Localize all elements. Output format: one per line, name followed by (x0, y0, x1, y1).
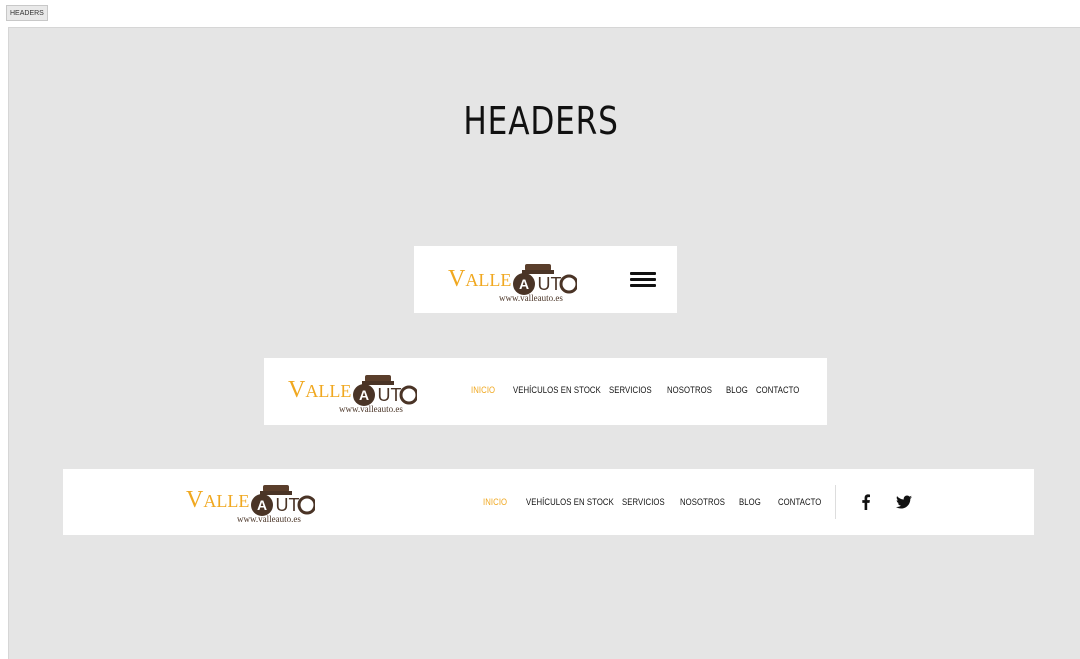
twitter-icon[interactable] (896, 494, 912, 510)
facebook-icon[interactable] (858, 494, 874, 510)
logo-wordmark: VALLE (448, 266, 511, 293)
logo-auto-emblem: A U T (353, 375, 417, 406)
logo-wordmark: VALLE (186, 487, 249, 514)
nav-item-servicios[interactable]: SERVICIOS (622, 497, 672, 507)
header-desktop: VALLE A U T www.valleauto.es INICIO VEHÍ… (63, 469, 1034, 535)
main-nav: INICIO VEHÍCULOS EN STOCK SERVICIOS NOSO… (471, 385, 806, 395)
hamburger-menu-icon[interactable] (630, 272, 656, 288)
page-title: HEADERS (463, 99, 619, 143)
svg-text:A: A (257, 497, 267, 513)
nav-item-nosotros[interactable]: NOSOTROS (680, 497, 731, 507)
logo-wordmark: VALLE (288, 377, 351, 404)
logo-auto-emblem: A U T (513, 264, 577, 295)
headers-tab[interactable]: HEADERS (6, 5, 48, 21)
nav-item-servicios[interactable]: SERVICIOS (609, 385, 659, 395)
logo-letter-v: V (186, 487, 204, 513)
svg-text:U: U (378, 385, 391, 405)
logo-letters-alle: ALLE (305, 381, 352, 401)
logo-url: www.valleauto.es (339, 404, 403, 414)
nav-item-blog[interactable]: BLOG (726, 385, 752, 395)
main-nav: INICIO VEHÍCULOS EN STOCK SERVICIOS NOSO… (483, 497, 828, 507)
valle-auto-logo[interactable]: VALLE A U T www.valleauto.es (288, 373, 418, 417)
nav-item-nosotros[interactable]: NOSOTROS (667, 385, 718, 395)
valle-auto-logo[interactable]: VALLE A U T www.valleauto.es (448, 262, 578, 306)
nav-item-contacto[interactable]: CONTACTO (756, 385, 799, 395)
valle-auto-logo[interactable]: VALLE A U T www.valleauto.es (186, 483, 316, 527)
logo-auto-emblem: A U T (251, 485, 315, 516)
svg-text:U: U (538, 274, 551, 294)
nav-item-contacto[interactable]: CONTACTO (778, 497, 821, 507)
nav-item-vehiculos[interactable]: VEHÍCULOS EN STOCK (526, 497, 614, 507)
header-mobile: VALLE A U T www.valleauto.es (414, 246, 677, 313)
logo-letters-alle: ALLE (203, 491, 250, 511)
nav-item-inicio[interactable]: INICIO (483, 497, 520, 507)
svg-text:A: A (359, 387, 369, 403)
header-tablet: VALLE A U T www.valleauto.es INICIO VEHÍ… (264, 358, 827, 425)
logo-url: www.valleauto.es (499, 293, 563, 303)
logo-url: www.valleauto.es (237, 514, 301, 524)
logo-letter-v: V (448, 266, 466, 292)
nav-divider (835, 485, 836, 519)
logo-letter-v: V (288, 377, 306, 403)
nav-item-vehiculos[interactable]: VEHÍCULOS EN STOCK (513, 385, 601, 395)
logo-letters-alle: ALLE (465, 270, 512, 290)
nav-item-inicio[interactable]: INICIO (471, 385, 507, 395)
nav-item-blog[interactable]: BLOG (739, 497, 773, 507)
svg-text:A: A (519, 276, 529, 292)
svg-text:U: U (276, 495, 289, 515)
